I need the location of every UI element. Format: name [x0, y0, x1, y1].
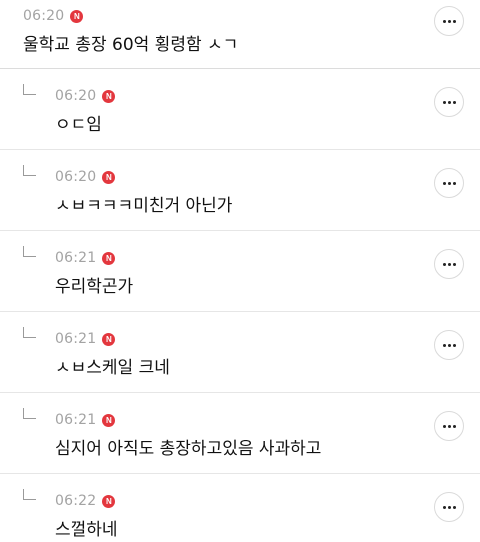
reply-item: 06:20 N ㅅㅂㅋㅋㅋ미친거 아닌가	[0, 150, 480, 231]
reply-time: 06:20	[55, 88, 97, 104]
more-options-button[interactable]	[434, 6, 464, 36]
reply-arrow-icon	[23, 165, 36, 176]
more-options-button[interactable]	[434, 411, 464, 441]
reply-time: 06:20	[55, 169, 97, 185]
reply-text: ㅅㅂ스케일 크네	[55, 358, 170, 378]
reply-item: 06:21 N 심지어 아직도 총장하고있음 사과하고	[0, 393, 480, 474]
reply-text: 스껄하네	[55, 520, 118, 540]
reply-meta: 06:20 N	[55, 88, 116, 104]
reply-arrow-icon	[23, 84, 36, 95]
new-badge-icon: N	[102, 332, 116, 346]
reply-item: 06:21 N ㅅㅂ스케일 크네	[0, 312, 480, 393]
more-dots-icon	[442, 19, 456, 23]
comment-item: 06:20 N 울학교 총장 60억 횡령함 ㅅㄱ	[0, 0, 480, 69]
comment-meta: 06:20 N	[23, 8, 84, 24]
reply-item: 06:21 N 우리학곤가	[0, 231, 480, 312]
new-badge-icon: N	[102, 170, 116, 184]
new-badge-icon: N	[102, 251, 116, 265]
more-options-button[interactable]	[434, 249, 464, 279]
reply-time: 06:22	[55, 493, 97, 509]
more-dots-icon	[442, 262, 456, 266]
reply-arrow-icon	[23, 489, 36, 500]
reply-item: 06:22 N 스껄하네	[0, 474, 480, 542]
reply-text: 우리학곤가	[55, 277, 134, 297]
comment-thread: 06:20 N 울학교 총장 60억 횡령함 ㅅㄱ 06:20 N ㅇㄷ임 06…	[0, 0, 480, 542]
reply-text: 심지어 아직도 총장하고있음 사과하고	[55, 439, 322, 459]
reply-meta: 06:20 N	[55, 169, 116, 185]
more-dots-icon	[442, 343, 456, 347]
reply-meta: 06:21 N	[55, 331, 116, 347]
reply-arrow-icon	[23, 408, 36, 419]
reply-arrow-icon	[23, 327, 36, 338]
more-dots-icon	[442, 505, 456, 509]
reply-meta: 06:21 N	[55, 250, 116, 266]
new-badge-icon: N	[102, 413, 116, 427]
new-badge-icon: N	[70, 9, 84, 23]
more-options-button[interactable]	[434, 330, 464, 360]
more-dots-icon	[442, 424, 456, 428]
more-dots-icon	[442, 100, 456, 104]
reply-arrow-icon	[23, 246, 36, 257]
new-badge-icon: N	[102, 494, 116, 508]
new-badge-icon: N	[102, 89, 116, 103]
reply-time: 06:21	[55, 331, 97, 347]
reply-time: 06:21	[55, 412, 97, 428]
reply-time: 06:21	[55, 250, 97, 266]
reply-text: ㅇㄷ임	[55, 115, 102, 135]
more-options-button[interactable]	[434, 492, 464, 522]
reply-item: 06:20 N ㅇㄷ임	[0, 69, 480, 150]
comment-text: 울학교 총장 60억 횡령함 ㅅㄱ	[23, 35, 239, 55]
more-options-button[interactable]	[434, 168, 464, 198]
reply-text: ㅅㅂㅋㅋㅋ미친거 아닌가	[55, 196, 233, 216]
more-dots-icon	[442, 181, 456, 185]
reply-meta: 06:22 N	[55, 493, 116, 509]
reply-meta: 06:21 N	[55, 412, 116, 428]
comment-time: 06:20	[23, 8, 65, 24]
more-options-button[interactable]	[434, 87, 464, 117]
